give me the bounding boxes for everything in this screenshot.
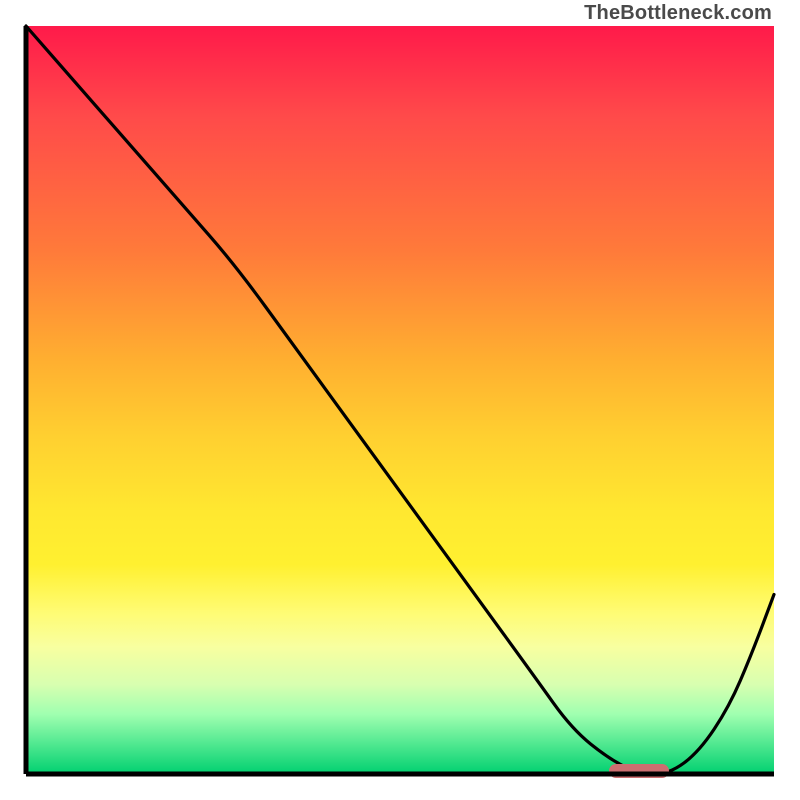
watermark-text: TheBottleneck.com — [584, 2, 772, 25]
optimal-range-marker — [609, 764, 669, 778]
chart-container: TheBottleneck.com — [0, 0, 800, 800]
bottleneck-curve — [26, 26, 774, 774]
